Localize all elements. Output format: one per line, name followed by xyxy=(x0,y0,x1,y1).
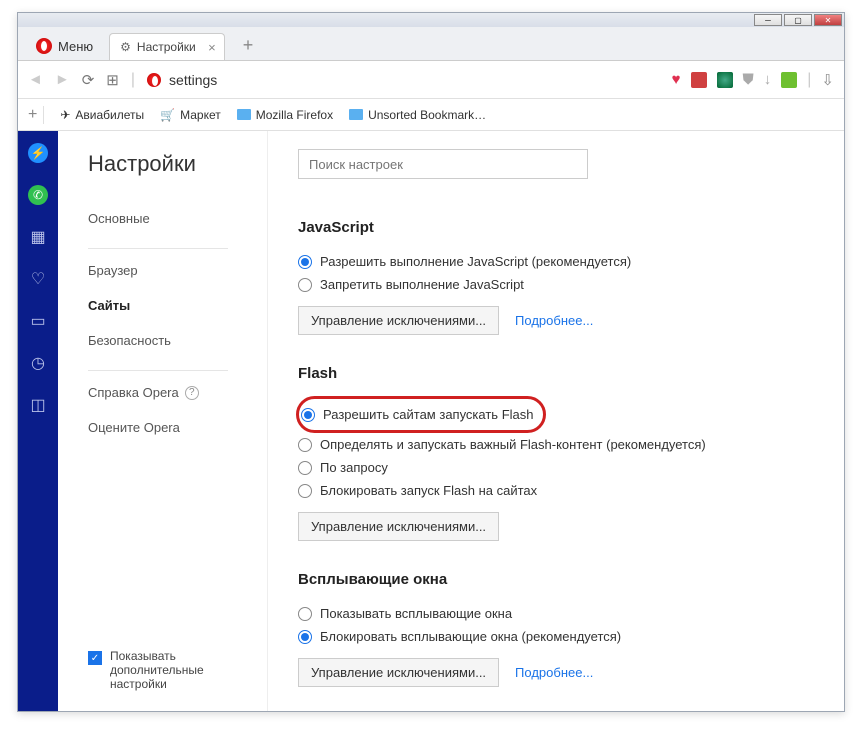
folder-icon xyxy=(237,109,251,120)
help-icon: ? xyxy=(185,386,199,400)
section-flash: Flash Разрешить сайтам запускать Flash О… xyxy=(298,365,814,541)
folder-icon xyxy=(349,109,363,120)
flash-allow-highlight: Разрешить сайтам запускать Flash xyxy=(296,396,546,433)
popups-more-link[interactable]: Подробнее... xyxy=(515,665,593,680)
bookmark-market[interactable]: 🛒 Маркет xyxy=(160,108,221,122)
settings-search-input[interactable] xyxy=(298,149,588,179)
add-bookmark-button[interactable]: + xyxy=(28,106,44,124)
popups-manage-exceptions-button[interactable]: Управление исключениями... xyxy=(298,658,499,687)
speed-dial-icon[interactable]: ⊞ xyxy=(106,71,119,89)
bookmark-heart-icon[interactable]: ♥ xyxy=(672,71,681,88)
js-deny-radio[interactable]: Запретить выполнение JavaScript xyxy=(298,273,814,296)
opera-badge-icon xyxy=(147,73,161,87)
flash-block-radio[interactable]: Блокировать запуск Flash на сайтах xyxy=(298,479,814,502)
nav-security[interactable]: Безопасность xyxy=(88,323,267,358)
reload-button[interactable]: ⟳ xyxy=(82,71,95,89)
back-button[interactable]: ◄ xyxy=(28,71,43,88)
settings-title: Настройки xyxy=(88,151,267,177)
section-javascript: JavaScript Разрешить выполнение JavaScri… xyxy=(298,219,814,335)
sidebar-rail: ⚡ ✆ ▦ ♡ ▭ ◷ ◫ xyxy=(18,131,58,711)
radio-icon xyxy=(298,461,312,475)
new-tab-button[interactable]: + xyxy=(235,31,262,60)
tab-close-icon[interactable]: × xyxy=(208,40,216,55)
extensions-rail-icon[interactable]: ◫ xyxy=(28,395,48,415)
address-input[interactable]: settings xyxy=(147,72,660,88)
opera-menu-button[interactable]: Меню xyxy=(26,32,103,60)
speed-dial-rail-icon[interactable]: ▦ xyxy=(28,227,48,247)
settings-content: JavaScript Разрешить выполнение JavaScri… xyxy=(268,131,844,711)
flash-detect-radio[interactable]: Определять и запускать важный Flash-конт… xyxy=(298,433,814,456)
bookmark-mozilla[interactable]: Mozilla Firefox xyxy=(237,108,333,122)
menu-label: Меню xyxy=(58,39,93,54)
download-arrow-icon[interactable]: ↓ xyxy=(764,71,772,88)
extension-icon-1[interactable] xyxy=(691,72,707,88)
tab-strip: Меню ⚙ Настройки × + xyxy=(18,27,844,61)
nav-sites[interactable]: Сайты xyxy=(88,288,267,323)
url-text: settings xyxy=(169,72,217,88)
settings-nav: Настройки Основные Браузер Сайты Безопас… xyxy=(58,131,268,711)
extension-icon-2[interactable] xyxy=(717,72,733,88)
tab-settings[interactable]: ⚙ Настройки × xyxy=(109,33,225,60)
close-button[interactable]: ✕ xyxy=(814,14,842,26)
javascript-heading: JavaScript xyxy=(298,219,814,236)
nav-help[interactable]: Справка Opera ? xyxy=(88,375,267,410)
opera-logo-icon xyxy=(36,38,52,54)
nav-rate[interactable]: Оцените Opera xyxy=(88,410,267,445)
flash-heading: Flash xyxy=(298,365,814,382)
radio-icon xyxy=(298,484,312,498)
nav-browser[interactable]: Браузер xyxy=(88,253,267,288)
flash-ondemand-radio[interactable]: По запросу xyxy=(298,456,814,479)
forward-button[interactable]: ► xyxy=(55,71,70,88)
bookmark-aviatickets[interactable]: ✈ Авиабилеты xyxy=(60,108,144,122)
whatsapp-icon[interactable]: ✆ xyxy=(28,185,48,205)
minimize-button[interactable]: ─ xyxy=(754,14,782,26)
js-manage-exceptions-button[interactable]: Управление исключениями... xyxy=(298,306,499,335)
radio-icon xyxy=(298,278,312,292)
plane-icon: ✈ xyxy=(60,108,70,122)
radio-checked-icon xyxy=(298,255,312,269)
downloads-icon[interactable]: ⇩ xyxy=(821,71,834,89)
news-rail-icon[interactable]: ▭ xyxy=(28,311,48,331)
popups-heading: Всплывающие окна xyxy=(298,571,814,588)
show-advanced-checkbox[interactable]: ✓ Показывать дополнительные настройки xyxy=(88,649,267,691)
shield-icon[interactable]: ⛊ xyxy=(743,71,754,88)
maximize-button[interactable]: ▢ xyxy=(784,14,812,26)
js-allow-radio[interactable]: Разрешить выполнение JavaScript (рекомен… xyxy=(298,250,814,273)
section-popups: Всплывающие окна Показывать всплывающие … xyxy=(298,571,814,687)
radio-checked-icon xyxy=(298,630,312,644)
history-rail-icon[interactable]: ◷ xyxy=(28,353,48,373)
nav-basic[interactable]: Основные xyxy=(88,201,267,236)
popups-block-radio[interactable]: Блокировать всплывающие окна (рекомендуе… xyxy=(298,625,814,648)
messenger-icon[interactable]: ⚡ xyxy=(28,143,48,163)
radio-icon xyxy=(298,607,312,621)
cart-icon: 🛒 xyxy=(160,108,175,122)
tab-title: Настройки xyxy=(137,40,196,54)
gear-icon: ⚙ xyxy=(120,40,131,54)
js-more-link[interactable]: Подробнее... xyxy=(515,313,593,328)
radio-icon xyxy=(298,438,312,452)
flash-manage-exceptions-button[interactable]: Управление исключениями... xyxy=(298,512,499,541)
popups-show-radio[interactable]: Показывать всплывающие окна xyxy=(298,602,814,625)
checkbox-icon: ✓ xyxy=(88,651,102,665)
flash-allow-radio[interactable]: Разрешить сайтам запускать Flash xyxy=(301,403,533,426)
extension-icon-3[interactable] xyxy=(781,72,797,88)
bookmark-unsorted[interactable]: Unsorted Bookmark… xyxy=(349,108,486,122)
radio-checked-icon xyxy=(301,408,315,422)
bookmarks-bar: + ✈ Авиабилеты 🛒 Маркет Mozilla Firefox … xyxy=(18,99,844,131)
heart-rail-icon[interactable]: ♡ xyxy=(28,269,48,289)
window-titlebar: ─ ▢ ✕ xyxy=(18,13,844,27)
address-bar: ◄ ► ⟳ ⊞ | settings ♥ ⛊ ↓ | ⇩ xyxy=(18,61,844,99)
